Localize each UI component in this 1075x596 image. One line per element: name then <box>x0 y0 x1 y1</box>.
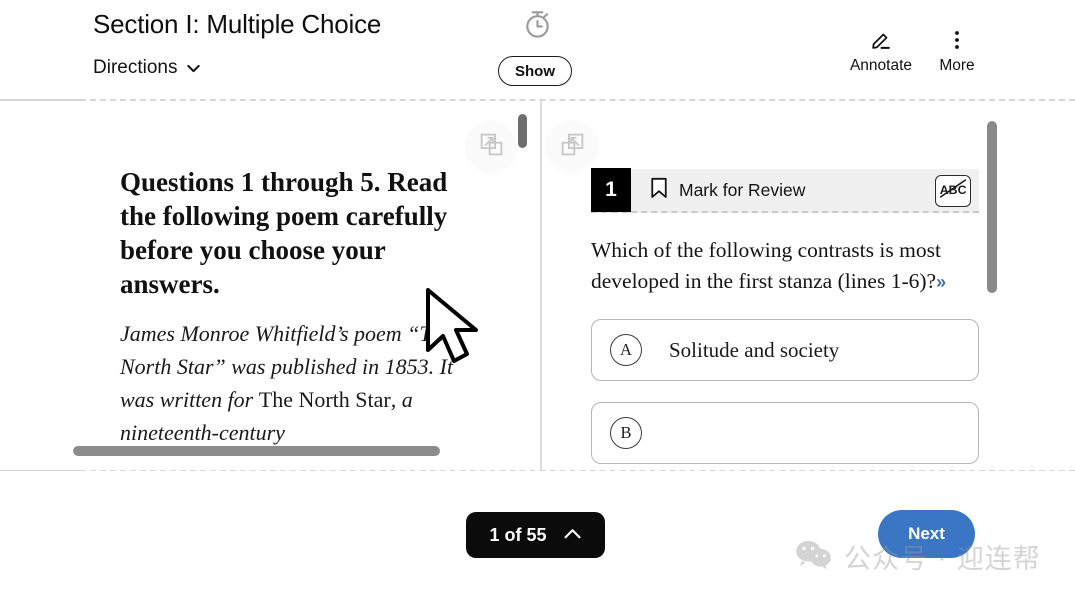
pencil-underline-icon <box>869 28 893 52</box>
expand-panel-right-icon <box>478 131 505 163</box>
passage-heading: Questions 1 through 5. Read the followin… <box>120 167 448 299</box>
answer-choice-b[interactable]: B <box>591 402 979 464</box>
stopwatch-icon <box>521 7 554 40</box>
show-directions-button[interactable]: Show <box>498 56 572 86</box>
panel-divider[interactable] <box>540 101 542 470</box>
answer-choice-a[interactable]: A Solitude and society <box>591 319 979 381</box>
abc-strikethrough-icon: ABC <box>938 177 968 205</box>
passage-content: Questions 1 through 5. Read the followin… <box>120 165 480 449</box>
question-number-badge: 1 <box>591 168 631 212</box>
question-prompt-text: Which of the following contrasts is most… <box>591 238 941 293</box>
question-expand-arrows-icon[interactable]: » <box>936 272 946 292</box>
question-vertical-scrollbar[interactable] <box>987 121 997 293</box>
mark-for-review-button[interactable]: Mark for Review <box>650 177 805 204</box>
panel-divider-handle[interactable] <box>518 114 527 148</box>
exam-app-window: Section I: Multiple Choice Directions Sh… <box>0 0 1075 596</box>
pager-label: 1 of 55 <box>489 524 547 545</box>
annotate-button[interactable]: Annotate <box>838 28 924 75</box>
passage-body: James Monroe Whitfield’s poem “The North… <box>120 317 480 449</box>
mark-for-review-label: Mark for Review <box>679 179 806 200</box>
more-button[interactable]: More <box>914 28 1000 75</box>
crossout-tool-button[interactable]: ABC <box>935 175 971 207</box>
question-panel: 1 Mark for Review ABC Which of the follo… <box>543 101 1075 470</box>
question-header: 1 Mark for Review ABC <box>591 168 979 213</box>
next-button[interactable]: Next <box>878 510 975 558</box>
passage-horizontal-scrollbar[interactable] <box>73 446 440 456</box>
choice-text-a: Solitude and society <box>669 337 840 362</box>
choice-letter-b: B <box>610 417 642 449</box>
app-header: Section I: Multiple Choice Directions Sh… <box>0 0 1075 100</box>
chevron-up-icon <box>563 527 582 543</box>
more-label: More <box>939 57 975 74</box>
directions-label: Directions <box>93 57 178 78</box>
question-pager-button[interactable]: 1 of 55 <box>466 512 605 558</box>
page-title: Section I: Multiple Choice <box>93 9 382 39</box>
question-prompt: Which of the following contrasts is most… <box>591 235 979 298</box>
app-footer: 1 of 55 Next <box>0 471 1075 596</box>
passage-panel: Questions 1 through 5. Read the followin… <box>0 101 530 470</box>
annotate-label: Annotate <box>849 57 913 74</box>
directions-toggle[interactable]: Directions <box>93 57 201 79</box>
bookmark-icon <box>650 177 668 204</box>
passage-segment-2: The North Star <box>258 387 391 412</box>
question-card: 1 Mark for Review ABC Which of the follo… <box>591 168 979 464</box>
more-vertical-icon <box>945 28 969 52</box>
expand-passage-panel-button[interactable] <box>467 123 515 171</box>
choice-letter-a: A <box>610 334 642 366</box>
chevron-down-icon <box>186 61 201 76</box>
main-content: Questions 1 through 5. Read the followin… <box>0 101 1075 470</box>
